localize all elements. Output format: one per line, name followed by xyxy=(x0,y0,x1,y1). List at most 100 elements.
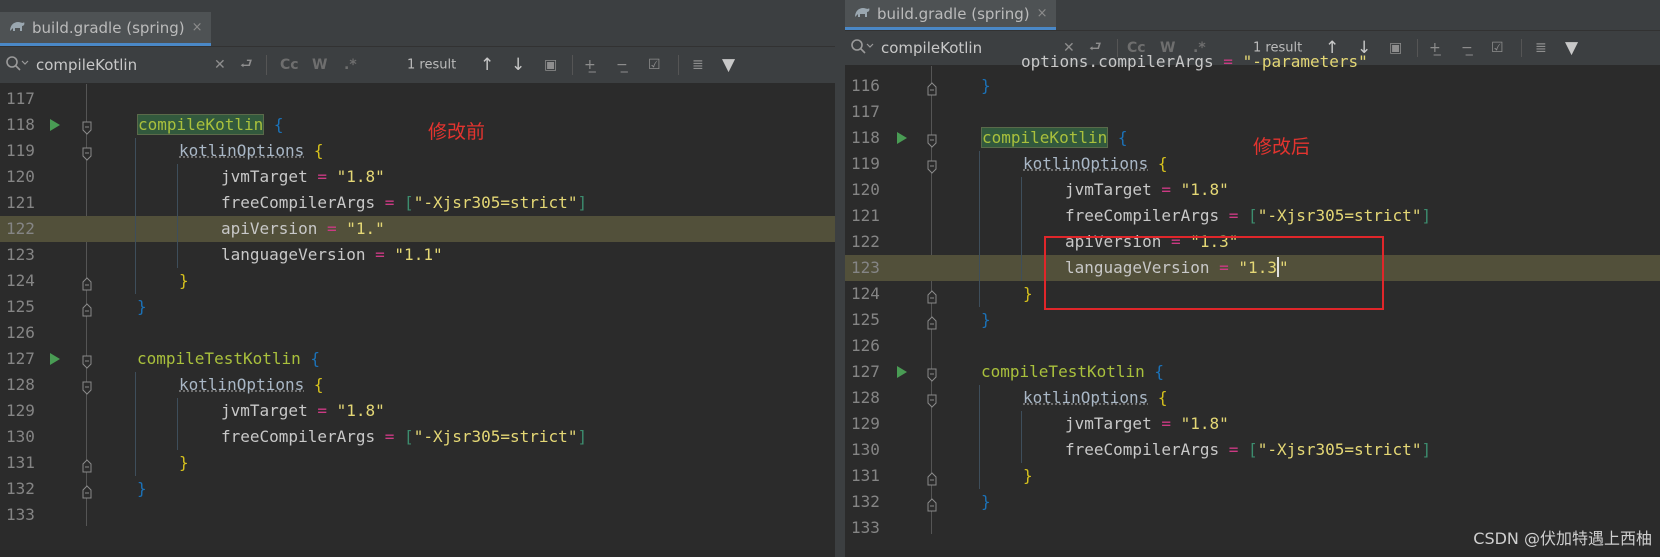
equals-sign: = xyxy=(1228,440,1239,459)
toolbar-separator xyxy=(266,55,267,75)
tab-title: build.gradle (spring) xyxy=(32,18,185,37)
fold-icon[interactable] xyxy=(927,390,937,408)
property-name: options.compilerArgs xyxy=(1021,52,1214,71)
open-brace: { xyxy=(310,349,321,368)
filter-lines-icon[interactable]: ≣ xyxy=(692,57,704,73)
close-bracket: ] xyxy=(577,193,588,212)
fold-end-icon[interactable] xyxy=(82,481,92,499)
annotation-after: 修改后 xyxy=(1253,136,1311,158)
fold-end-icon[interactable] xyxy=(82,299,92,317)
run-gutter-icon[interactable] xyxy=(50,119,60,131)
line-number: 133 xyxy=(851,518,880,537)
property-name: jvmTarget xyxy=(221,401,308,420)
indent-guide xyxy=(135,138,136,294)
add-occurrence-icon[interactable]: +̲ xyxy=(584,57,596,73)
close-brace: } xyxy=(1023,284,1033,303)
filter-icon[interactable]: ▼ xyxy=(722,55,735,75)
editor-tab-bar: build.gradle (spring) × xyxy=(0,12,835,47)
line-code: freeCompilerArgs = ["-Xjsr305=strict"] xyxy=(1065,203,1431,229)
fold-icon[interactable] xyxy=(927,364,937,382)
line-code: freeCompilerArgs = ["-Xjsr305=strict"] xyxy=(221,424,587,450)
function-name: compileKotlin xyxy=(981,127,1109,148)
fold-end-icon[interactable] xyxy=(82,455,92,473)
fold-end-icon[interactable] xyxy=(927,78,937,96)
line-code: } xyxy=(179,450,189,476)
search-icon[interactable] xyxy=(5,55,29,75)
line-code: kotlinOptions { xyxy=(179,372,324,398)
options-block: kotlinOptions xyxy=(1023,388,1149,407)
editor-tab-bar: build.gradle (spring) × xyxy=(845,0,1660,31)
equals-sign: = xyxy=(1161,180,1171,199)
line-number: 125 xyxy=(6,297,35,316)
select-all-matches-icon[interactable]: ☑ xyxy=(648,57,661,73)
next-occurrence-icon[interactable]: ↓ xyxy=(511,55,525,75)
code-line: 131} xyxy=(845,463,1660,489)
run-gutter-icon[interactable] xyxy=(897,132,907,144)
fold-icon[interactable] xyxy=(927,130,937,148)
code-line: 121 freeCompilerArgs = ["-Xjsr305=strict"… xyxy=(0,190,835,216)
previous-occurrence-icon[interactable]: ↑ xyxy=(480,55,494,75)
line-number: 132 xyxy=(851,492,880,511)
new-line-icon[interactable]: ⮐ xyxy=(240,53,253,77)
string-value: "1.8" xyxy=(336,167,385,186)
fold-end-icon[interactable] xyxy=(82,273,92,291)
run-gutter-icon[interactable] xyxy=(897,366,907,378)
open-brace: { xyxy=(1154,362,1165,381)
run-gutter-icon[interactable] xyxy=(50,353,60,365)
options-block: kotlinOptions xyxy=(1023,154,1149,173)
code-line: 128 kotlinOptions { xyxy=(845,385,1660,411)
line-number: 126 xyxy=(6,323,35,342)
function-name: compileTestKotlin xyxy=(137,349,301,368)
match-case-toggle[interactable]: Cc xyxy=(280,57,299,73)
fold-end-icon[interactable] xyxy=(927,494,937,512)
line-number: 128 xyxy=(851,388,880,407)
line-number: 123 xyxy=(851,258,880,277)
fold-end-icon[interactable] xyxy=(927,286,937,304)
fold-end-icon[interactable] xyxy=(927,468,937,486)
line-number: 123 xyxy=(6,245,35,264)
regex-toggle[interactable]: .* xyxy=(344,57,357,73)
line-code: jvmTarget = "1.8" xyxy=(221,164,385,190)
equals-sign: = xyxy=(384,427,395,446)
function-name: compileTestKotlin xyxy=(981,362,1145,381)
tab-close-icon[interactable]: × xyxy=(1037,6,1048,21)
fold-end-icon[interactable] xyxy=(927,312,937,330)
whole-words-toggle[interactable]: W xyxy=(312,57,327,73)
line-code: jvmTarget = "1.8" xyxy=(1065,411,1229,437)
tab-close-icon[interactable]: × xyxy=(192,20,203,35)
code-editor[interactable]: 117 118 compileKotlin {119 kotlinOptions {1… xyxy=(0,84,835,557)
highlight-box xyxy=(1044,236,1384,310)
annotation-before: 修改前 xyxy=(428,121,486,143)
line-code: } xyxy=(981,307,991,333)
search-input[interactable]: compileKotlin xyxy=(36,56,137,74)
fold-icon[interactable] xyxy=(82,117,92,135)
string-value: "-parameters" xyxy=(1242,52,1368,71)
close-brace: } xyxy=(981,310,991,329)
tab-build-gradle[interactable]: build.gradle (spring) × xyxy=(845,0,1056,30)
string-value: "1.8" xyxy=(336,401,385,420)
tab-build-gradle[interactable]: build.gradle (spring) × xyxy=(0,12,211,46)
string-value: "1.8" xyxy=(1180,180,1229,199)
code-line: 125} xyxy=(0,294,835,320)
clear-search-icon[interactable]: ✕ xyxy=(214,57,226,73)
line-code: kotlinOptions { xyxy=(1023,385,1168,411)
code-line: 132} xyxy=(0,476,835,502)
remove-occurrence-icon[interactable]: −̲ xyxy=(616,57,628,73)
fold-icon[interactable] xyxy=(82,143,92,161)
fold-icon[interactable] xyxy=(82,377,92,395)
line-code: freeCompilerArgs = ["-Xjsr305=strict"] xyxy=(1065,437,1431,463)
close-bracket: ] xyxy=(577,427,588,446)
line-number: 124 xyxy=(851,284,880,303)
line-number: 124 xyxy=(6,271,35,290)
code-line: 117 xyxy=(845,99,1660,125)
line-code: apiVersion = "1." xyxy=(221,216,385,242)
code-line: 128 kotlinOptions { xyxy=(0,372,835,398)
toolbar-separator xyxy=(678,55,679,75)
line-code: jvmTarget = "1.8" xyxy=(221,398,385,424)
code-line-partial: options.compilerArgs = "-parameters" xyxy=(845,49,1660,75)
fold-icon[interactable] xyxy=(82,351,92,369)
line-number: 127 xyxy=(6,349,35,368)
property-name: languageVersion xyxy=(221,245,366,264)
fold-icon[interactable] xyxy=(927,156,937,174)
select-all-occurrences-icon[interactable]: ▣ xyxy=(544,57,557,73)
